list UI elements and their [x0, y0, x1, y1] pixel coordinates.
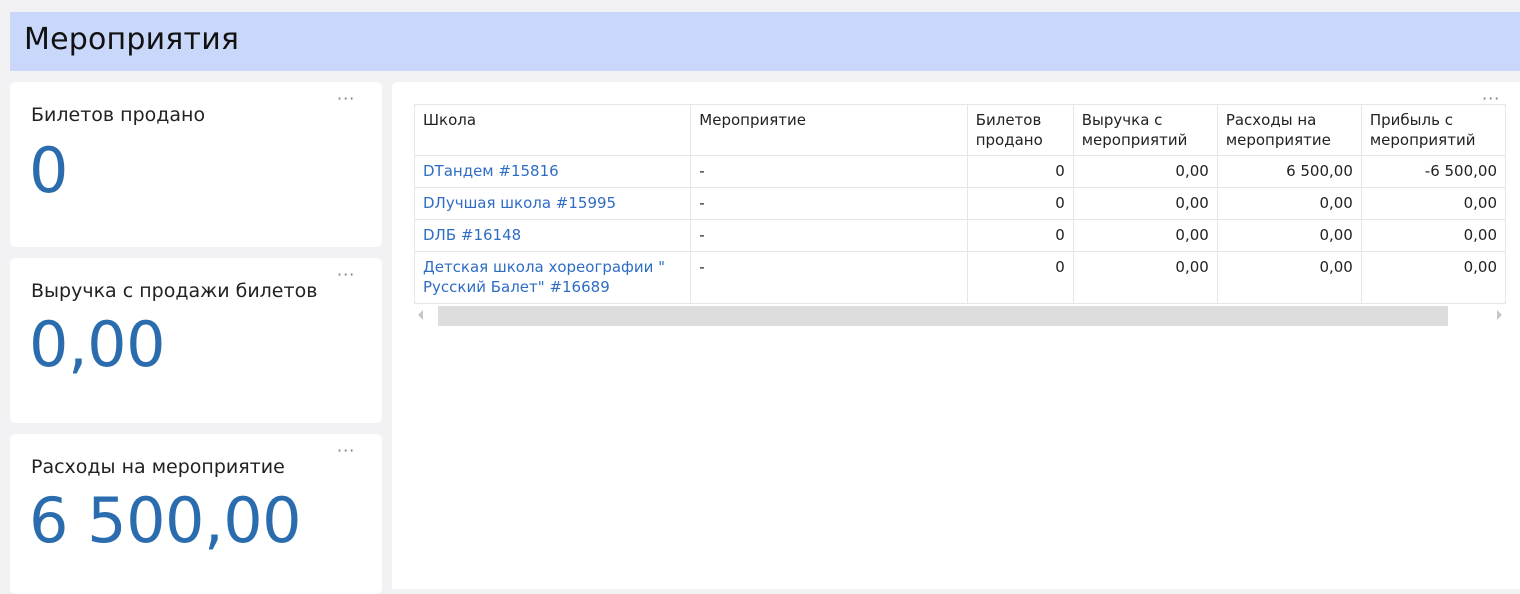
tickets-cell: 0 — [966, 187, 1074, 220]
expenses-cell: 0,00 — [1216, 187, 1362, 220]
event-cell: - — [690, 219, 968, 252]
tickets-cell: 0 — [966, 155, 1074, 188]
page-header: Мероприятия — [10, 12, 1520, 71]
profit-cell: 0,00 — [1360, 219, 1506, 252]
school-link[interactable]: Детская школа хореографии " Русский Бале… — [423, 258, 665, 296]
kpi-value: 0 — [29, 134, 68, 207]
kpi-card-ticket-revenue: ··· Выручка с продажи билетов 0,00 — [10, 258, 382, 423]
table-widget: ··· Школа Мероприятие Билетов продано Вы… — [392, 82, 1520, 589]
table-row: Детская школа хореографии " Русский Бале… — [414, 251, 1506, 304]
event-cell: - — [690, 155, 968, 188]
column-header-tickets[interactable]: Билетов продано — [966, 104, 1074, 156]
profit-cell: -6 500,00 — [1360, 155, 1506, 188]
kpi-value: 0,00 — [29, 308, 166, 381]
revenue-cell: 0,00 — [1072, 219, 1218, 252]
table-row: DЛБ #16148 - 0 0,00 0,00 0,00 — [414, 219, 1506, 252]
events-table: Школа Мероприятие Билетов продано Выручк… — [414, 104, 1506, 304]
kpi-card-event-expenses: ··· Расходы на мероприятие 6 500,00 — [10, 434, 382, 594]
revenue-cell: 0,00 — [1072, 155, 1218, 188]
school-link[interactable]: DЛБ #16148 — [423, 226, 521, 244]
scroll-right-arrow-icon[interactable] — [1497, 310, 1502, 320]
page-title: Мероприятия — [24, 22, 240, 57]
widget-menu-icon[interactable]: ··· — [1482, 91, 1500, 107]
horizontal-scrollbar[interactable] — [414, 306, 1506, 328]
scrollbar-thumb[interactable] — [438, 306, 1448, 326]
widget-menu-icon[interactable]: ··· — [337, 91, 355, 107]
scroll-left-arrow-icon[interactable] — [418, 310, 423, 320]
event-cell: - — [690, 251, 968, 304]
column-header-expenses[interactable]: Расходы на мероприятие — [1216, 104, 1362, 156]
school-link[interactable]: DЛучшая школа #15995 — [423, 194, 616, 212]
kpi-card-tickets-sold: ··· Билетов продано 0 — [10, 82, 382, 247]
profit-cell: 0,00 — [1360, 187, 1506, 220]
revenue-cell: 0,00 — [1072, 251, 1218, 304]
kpi-title: Выручка с продажи билетов — [31, 280, 318, 302]
column-header-school[interactable]: Школа — [414, 104, 692, 156]
widget-menu-icon[interactable]: ··· — [337, 267, 355, 283]
column-header-event[interactable]: Мероприятие — [690, 104, 968, 156]
tickets-cell: 0 — [966, 251, 1074, 304]
revenue-cell: 0,00 — [1072, 187, 1218, 220]
kpi-title: Расходы на мероприятие — [31, 456, 285, 478]
event-cell: - — [690, 187, 968, 220]
tickets-cell: 0 — [966, 219, 1074, 252]
kpi-value: 6 500,00 — [29, 484, 302, 557]
widget-menu-icon[interactable]: ··· — [337, 443, 355, 459]
profit-cell: 0,00 — [1360, 251, 1506, 304]
school-link[interactable]: DТандем #15816 — [423, 162, 559, 180]
table-header-row: Школа Мероприятие Билетов продано Выручк… — [414, 104, 1506, 156]
column-header-revenue[interactable]: Выручка с мероприятий — [1072, 104, 1218, 156]
column-header-profit[interactable]: Прибыль с мероприятий — [1360, 104, 1506, 156]
expenses-cell: 0,00 — [1216, 251, 1362, 304]
expenses-cell: 6 500,00 — [1216, 155, 1362, 188]
table-row: DТандем #15816 - 0 0,00 6 500,00 -6 500,… — [414, 155, 1506, 188]
table-viewport: Школа Мероприятие Билетов продано Выручк… — [414, 104, 1506, 304]
kpi-title: Билетов продано — [31, 104, 206, 126]
expenses-cell: 0,00 — [1216, 219, 1362, 252]
table-row: DЛучшая школа #15995 - 0 0,00 0,00 0,00 — [414, 187, 1506, 220]
